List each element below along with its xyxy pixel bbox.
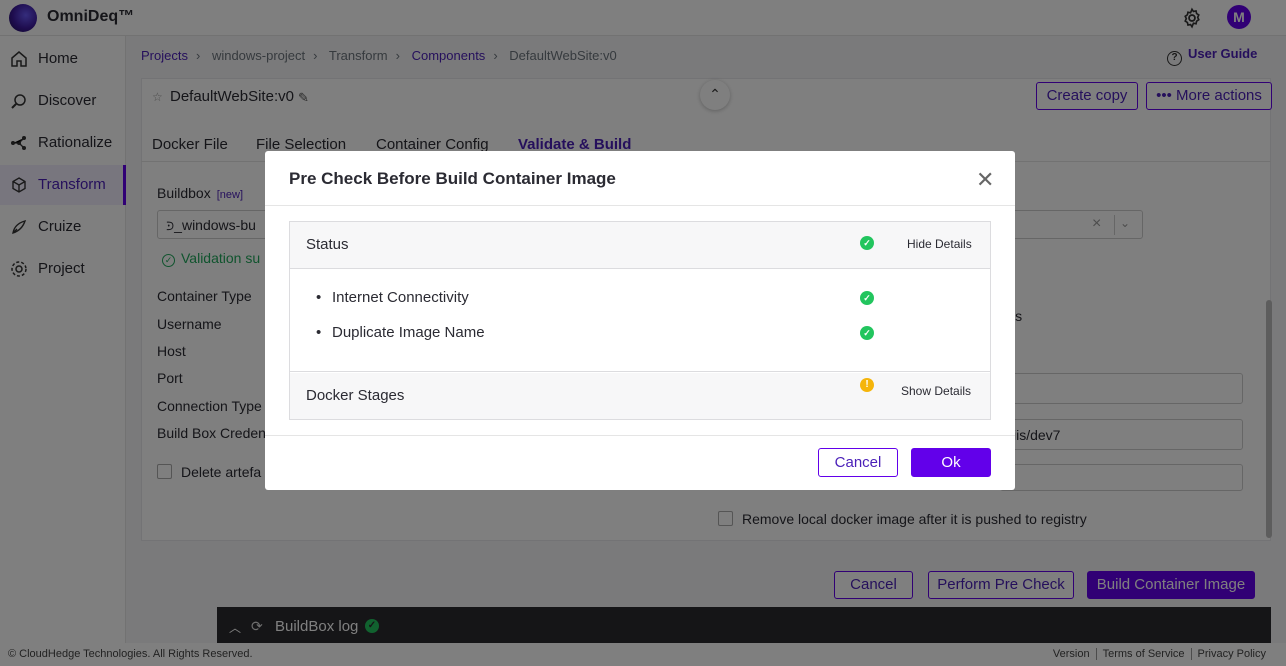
- hide-details-link[interactable]: Hide Details: [907, 237, 972, 251]
- success-check-icon: ✓: [860, 236, 874, 250]
- docker-divider: [290, 371, 990, 372]
- modal-title: Pre Check Before Build Container Image: [289, 169, 616, 188]
- pre-check-modal: Pre Check Before Build Container Image ✕…: [265, 151, 1015, 490]
- close-icon[interactable]: ✕: [976, 169, 994, 191]
- status-accordion-header[interactable]: Status ✓ Hide Details: [290, 222, 990, 268]
- status-title: Status: [306, 236, 349, 253]
- check-duplicate-image-name: Duplicate Image Name: [316, 324, 485, 341]
- modal-cancel-button[interactable]: Cancel: [818, 448, 898, 477]
- warning-icon: !: [860, 378, 874, 392]
- modal-ok-button[interactable]: Ok: [911, 448, 991, 477]
- modal-footer-divider: [265, 435, 1015, 436]
- show-details-link[interactable]: Show Details: [901, 384, 971, 398]
- modal-header-divider: [265, 205, 1015, 206]
- docker-stages-accordion-header[interactable]: Docker Stages ! Show Details: [290, 373, 990, 419]
- status-divider: [290, 268, 990, 269]
- docker-stages-title: Docker Stages: [306, 387, 405, 404]
- status-accordion: Status ✓ Hide Details Internet Connectiv…: [289, 221, 991, 420]
- success-check-icon: ✓: [860, 291, 874, 305]
- success-check-icon: ✓: [860, 326, 874, 340]
- check-internet-connectivity: Internet Connectivity: [316, 289, 469, 306]
